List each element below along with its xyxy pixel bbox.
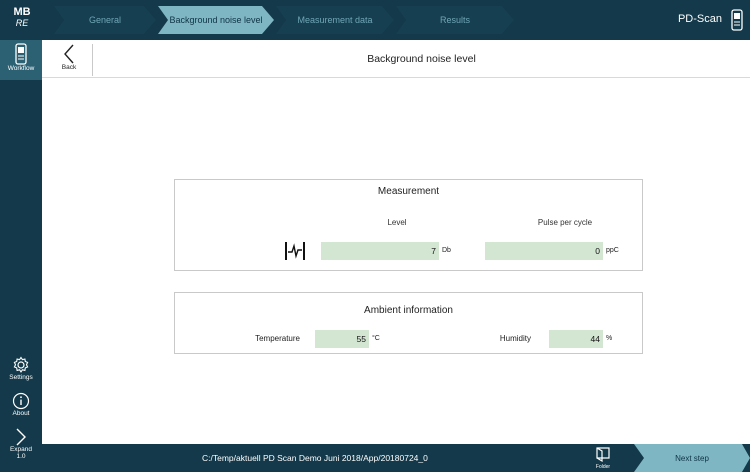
ppc-unit: ppC (606, 247, 619, 254)
gear-icon (13, 356, 29, 373)
sidebar-item-settings[interactable]: Settings (0, 354, 42, 390)
workflow-icon (15, 43, 27, 65)
humidity-unit: % (606, 335, 613, 342)
sidebar-workflow-label: Workflow (7, 65, 35, 72)
step-background-noise[interactable]: Background noise level (158, 6, 274, 34)
app-logo: MB RE (0, 0, 44, 40)
sidebar-item-about[interactable]: About (0, 390, 42, 426)
ambient-title: Ambient information (364, 305, 453, 316)
logo-line1: MB (13, 6, 31, 18)
sidebar-expand-label: Expand (9, 446, 33, 453)
app-title: PD-Scan (677, 13, 722, 25)
back-button[interactable]: Back (54, 44, 84, 76)
next-step-label: Next step (675, 454, 709, 463)
folder-icon (596, 447, 610, 463)
step-measurement-data[interactable]: Measurement data (276, 6, 394, 34)
sidebar-about-label: About (12, 410, 30, 417)
measurement-panel: Measurement Level Pulse per cycle 7 Db 0… (174, 179, 643, 271)
temperature-value-field: 55 (315, 330, 369, 348)
step-background-noise-label: Background noise level (169, 15, 263, 25)
chevron-left-icon (64, 44, 74, 64)
file-path: C:/Temp/aktuell PD Scan Demo Juni 2018/A… (202, 453, 428, 463)
sidebar-item-workflow[interactable]: Workflow (0, 40, 42, 80)
step-results-label: Results (439, 15, 470, 25)
measurement-title: Measurement (377, 186, 440, 197)
app-version: 1.0 (16, 453, 26, 460)
step-measurement-data-label: Measurement data (297, 15, 373, 25)
folder-label: Folder (595, 464, 611, 470)
page-title: Background noise level (367, 53, 476, 65)
back-label: Back (61, 64, 77, 71)
humidity-value-field: 44 (549, 330, 603, 348)
logo-line2: RE (15, 18, 29, 28)
step-general-label: General (88, 15, 122, 25)
ambient-panel: Ambient information Temperature 55 °C Hu… (174, 292, 643, 354)
chevron-right-icon (16, 428, 26, 446)
top-bar: MB RE General Background noise level Mea… (0, 0, 750, 40)
step-general[interactable]: General (54, 6, 156, 34)
sidebar-item-expand[interactable]: Expand 1.0 (0, 426, 42, 472)
temperature-label: Temperature (255, 334, 300, 343)
humidity-label: Humidity (499, 334, 531, 343)
level-column-header: Level (387, 218, 407, 227)
pulse-signal-icon (285, 242, 305, 260)
info-icon (12, 392, 30, 410)
ppc-column-header: Pulse per cycle (537, 218, 593, 227)
level-value-field: 7 (321, 242, 439, 260)
sidebar-settings-label: Settings (9, 374, 33, 381)
level-unit: Db (442, 247, 451, 254)
temperature-unit: °C (372, 335, 380, 342)
device-icon (731, 9, 743, 31)
next-step-button[interactable]: Next step (634, 444, 750, 472)
sidebar: Workflow Settings About Expand 1.0 (0, 40, 42, 472)
ppc-value-field: 0 (485, 242, 603, 260)
header-underline (42, 77, 750, 78)
workflow-steps: General Background noise level Measureme… (54, 0, 534, 40)
folder-button[interactable]: Folder (591, 446, 615, 472)
bottom-bar: C:/Temp/aktuell PD Scan Demo Juni 2018/A… (42, 444, 750, 472)
step-results[interactable]: Results (396, 6, 514, 34)
